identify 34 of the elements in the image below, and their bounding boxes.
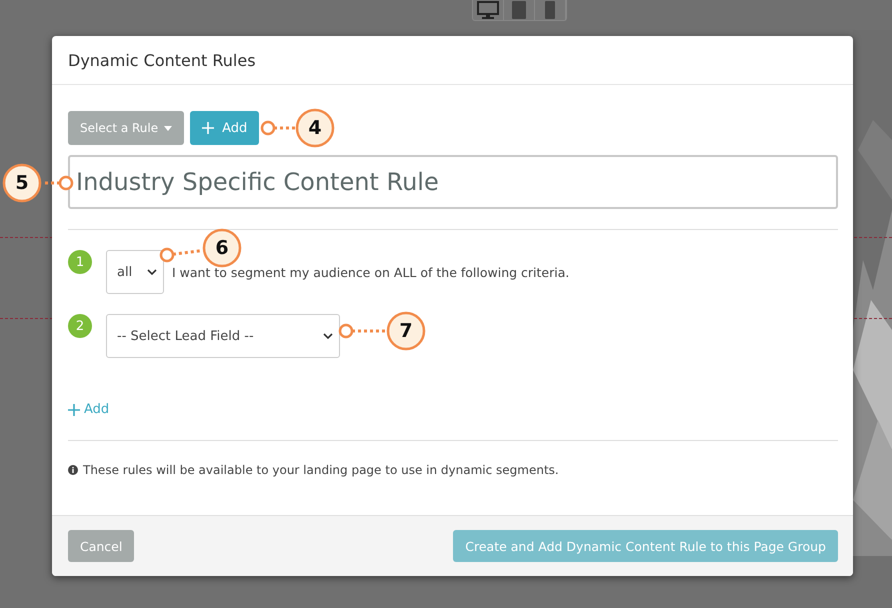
rule-dropdown[interactable]: Select a Rule: [68, 111, 184, 145]
add-button[interactable]: Add: [190, 111, 260, 145]
anchor-ring: [260, 120, 276, 136]
callout-number: 7: [398, 319, 414, 343]
anchor-ring: [58, 176, 74, 190]
anchor-ring: [160, 248, 174, 262]
anchor-ring: [338, 324, 354, 338]
criteria-text: I want to segment my audience on ALL of the following criteria.: [172, 264, 570, 280]
plus-icon: [68, 404, 80, 416]
info-text: These rules will be available to your landing page to use in dynamic segments.: [83, 462, 559, 476]
lead-field-dropdown[interactable]: -- Select Lead Field --: [106, 314, 340, 358]
leader-line: [172, 249, 202, 256]
callout-number: 4: [307, 116, 323, 140]
cancel-button[interactable]: Cancel: [68, 530, 134, 562]
callout-number: 6: [214, 236, 230, 260]
callout-circle: [296, 108, 334, 148]
callout-circle: [2, 164, 42, 202]
caret-icon: [164, 126, 172, 130]
callout-circle: [386, 312, 426, 350]
dialog-title: Dynamic Content Rules: [68, 50, 256, 70]
callout-number: 5: [14, 171, 30, 195]
leader-line: [352, 330, 386, 332]
chevron-icon: [147, 269, 157, 275]
leader-line: [42, 182, 60, 184]
chevron-icon: [323, 333, 333, 339]
step-number: 2: [68, 314, 92, 338]
plus-icon: [202, 122, 214, 134]
rule-name-field[interactable]: Industry Specific Content Rule: [68, 155, 838, 209]
info-icon: [68, 464, 78, 474]
callout-circle: [202, 228, 242, 268]
add-link[interactable]: Add: [68, 402, 110, 417]
create-button[interactable]: Create and Add Dynamic Content Rule to this Page Group: [453, 530, 838, 562]
leader-line: [274, 126, 295, 130]
step-number: 1: [68, 250, 92, 274]
